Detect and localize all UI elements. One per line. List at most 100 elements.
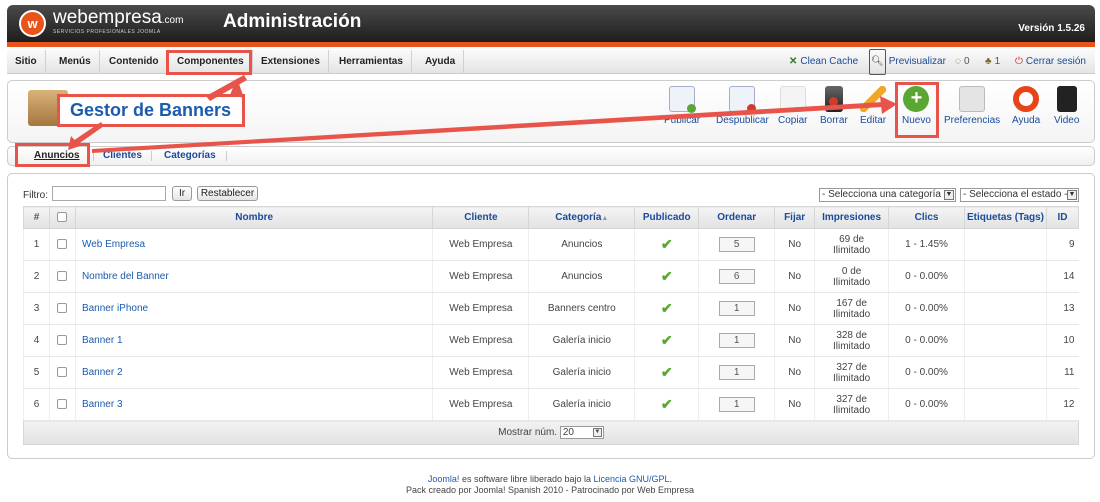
menu-ayuda[interactable]: Ayuda	[417, 50, 465, 74]
banner-name-link[interactable]: Banner iPhone	[74, 292, 433, 325]
edit-button[interactable]: Editar	[860, 86, 886, 126]
tab-clientes[interactable]: Clientes	[103, 150, 142, 161]
banner-name-link[interactable]: Web Empresa	[74, 228, 433, 261]
delete-button[interactable]: Borrar	[820, 86, 848, 126]
footer-license-line: Joomla! es software libre liberado bajo …	[427, 474, 673, 484]
col-header-categoria[interactable]: Categoría▲	[528, 206, 636, 229]
select-all-checkbox[interactable]	[57, 212, 68, 223]
row-checkbox[interactable]	[57, 239, 68, 250]
publish-button[interactable]: Publicar	[664, 86, 700, 126]
copy-button[interactable]: Copiar	[778, 86, 807, 126]
row-category: Galería inicio	[528, 356, 635, 389]
col-header-impresiones[interactable]: Impresiones	[814, 206, 890, 229]
order-input[interactable]: 6	[718, 269, 755, 284]
unpublish-button[interactable]: Despublicar	[716, 86, 769, 126]
state-select[interactable]: - Selecciona el estado - ▼	[960, 188, 1079, 202]
row-order-cell: 6	[698, 260, 775, 293]
sort-asc-icon: ▲	[601, 215, 609, 222]
category-select[interactable]: - Selecciona una categoría - ▼	[819, 188, 956, 202]
row-published[interactable]: ✔	[634, 356, 699, 389]
col-header-etiquetas[interactable]: Etiquetas (Tags)	[964, 206, 1047, 229]
row-client: Web Empresa	[432, 324, 529, 357]
col-header-fijar[interactable]: Fijar	[774, 206, 816, 229]
joomla-link[interactable]: Joomla!	[428, 474, 460, 484]
row-impressions: 327 de Ilimitado	[814, 356, 889, 389]
order-input[interactable]: 1	[718, 397, 755, 412]
unpublish-icon	[729, 86, 757, 113]
row-published[interactable]: ✔	[634, 324, 699, 357]
col-header-clics[interactable]: Clics	[888, 206, 966, 229]
filter-go-button[interactable]: Ir	[172, 186, 192, 201]
help-button[interactable]: Ayuda	[1012, 86, 1040, 126]
row-impressions: 167 de Ilimitado	[814, 292, 889, 325]
row-fixed: No	[774, 228, 815, 261]
col-header-publicado[interactable]: Publicado	[634, 206, 700, 229]
published-check-icon[interactable]: ✔	[661, 396, 673, 412]
col-header-cliente[interactable]: Cliente	[432, 206, 530, 229]
clean-cache-link[interactable]: ✕ Clean Cache	[789, 50, 858, 74]
per-page-select[interactable]: 20 ▼	[559, 426, 604, 439]
published-check-icon[interactable]: ✔	[661, 236, 673, 252]
row-number: 1	[23, 228, 50, 261]
copy-icon	[779, 86, 806, 112]
banner-name-link[interactable]: Banner 3	[74, 388, 433, 421]
magnifier-icon: 🔍︎	[869, 49, 886, 75]
menu-herramientas[interactable]: Herramientas	[331, 50, 412, 74]
col-header-id[interactable]: ID	[1045, 206, 1080, 229]
preview-link[interactable]: 🔍︎ Previsualizar	[869, 49, 946, 75]
broom-icon: ✕	[789, 56, 798, 67]
table-row: 6 Banner 3 Web Empresa Galería inicio ✔ 1 No 32…	[23, 388, 1079, 421]
row-number: 3	[23, 292, 50, 325]
row-order-cell: 5	[698, 228, 775, 261]
row-client: Web Empresa	[432, 260, 529, 293]
row-order-cell: 1	[698, 324, 775, 357]
row-number: 6	[23, 388, 50, 421]
preferences-button[interactable]: Preferencias	[944, 86, 1000, 126]
admin-header: w webempresa.com SERVICIOS PROFESIONALES…	[7, 5, 1095, 42]
menu-sitio[interactable]: Sitio	[7, 50, 46, 74]
order-input[interactable]: 1	[718, 301, 755, 316]
row-published[interactable]: ✔	[634, 260, 699, 293]
license-link[interactable]: Licencia GNU/GPL	[594, 474, 670, 484]
row-checkbox[interactable]	[57, 271, 68, 282]
row-checkbox[interactable]	[57, 399, 68, 410]
row-published[interactable]: ✔	[634, 292, 699, 325]
row-checkbox[interactable]	[57, 303, 68, 314]
col-header-checkbox[interactable]	[48, 206, 76, 229]
banner-name-link[interactable]: Banner 2	[74, 356, 433, 389]
row-fixed: No	[774, 388, 815, 421]
filter-input[interactable]	[52, 186, 166, 201]
row-impressions: 327 de Ilimitado	[814, 388, 889, 421]
order-input[interactable]: 1	[718, 365, 755, 380]
logout-link[interactable]: ⏻ Cerrar sesión	[1015, 50, 1086, 74]
order-input[interactable]: 1	[718, 333, 755, 348]
col-header-nombre[interactable]: Nombre	[74, 206, 434, 229]
row-published[interactable]: ✔	[634, 388, 699, 421]
published-check-icon[interactable]: ✔	[661, 332, 673, 348]
col-header-ordenar[interactable]: Ordenar	[698, 206, 776, 229]
published-check-icon[interactable]: ✔	[661, 268, 673, 284]
row-published[interactable]: ✔	[634, 228, 699, 261]
row-order-cell: 1	[698, 292, 775, 325]
pagination-row: Mostrar núm. 20 ▼	[23, 420, 1079, 445]
filter-reset-button[interactable]: Restablecer	[197, 186, 258, 201]
menu-menus[interactable]: Menús	[51, 50, 100, 74]
row-clicks: 1 - 1.45%	[888, 228, 965, 261]
banner-name-link[interactable]: Banner 1	[74, 324, 433, 357]
video-button[interactable]: Video	[1054, 86, 1079, 126]
row-id: 11	[1045, 356, 1079, 389]
menu-contenido[interactable]: Contenido	[101, 50, 168, 74]
menu-extensiones[interactable]: Extensiones	[253, 50, 329, 74]
order-input[interactable]: 5	[718, 237, 755, 252]
row-checkbox[interactable]	[57, 335, 68, 346]
tab-separator	[93, 151, 94, 161]
publish-icon	[669, 86, 697, 113]
banner-name-link[interactable]: Nombre del Banner	[74, 260, 433, 293]
row-checkbox[interactable]	[57, 367, 68, 378]
row-checkbox-cell	[48, 356, 76, 389]
published-check-icon[interactable]: ✔	[661, 300, 673, 316]
row-checkbox-cell	[48, 260, 76, 293]
row-fixed: No	[774, 260, 815, 293]
tab-categorias[interactable]: Categorías	[164, 150, 216, 161]
published-check-icon[interactable]: ✔	[661, 364, 673, 380]
